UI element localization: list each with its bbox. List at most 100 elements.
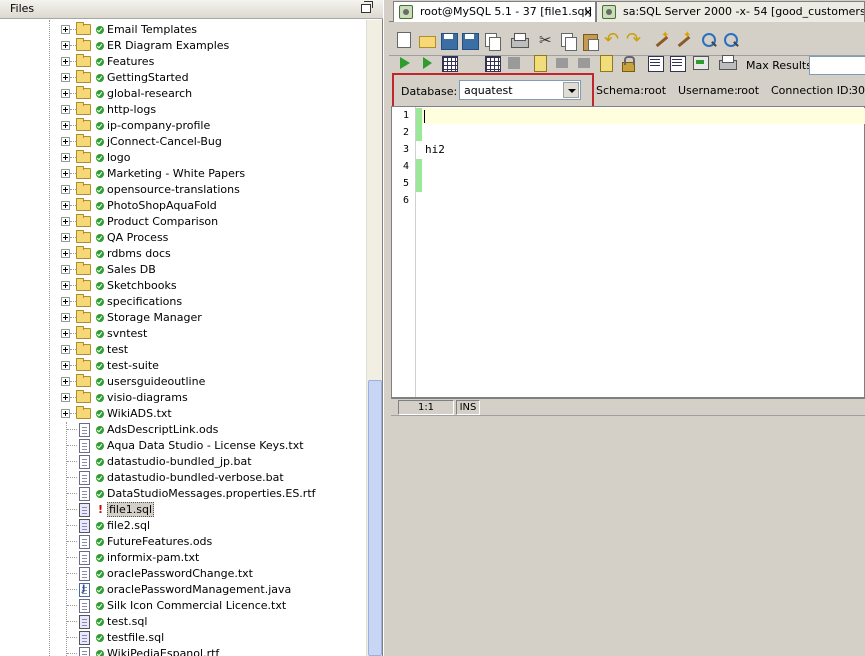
print-results-icon[interactable] [718,54,737,72]
tree-folder-item[interactable]: svntest [0,326,366,342]
expand-icon[interactable] [61,73,70,82]
expand-icon[interactable] [61,201,70,210]
tree-folder-item[interactable]: rdbms docs [0,246,366,262]
expand-icon[interactable] [61,393,70,402]
tree-file-item[interactable]: Silk Icon Commercial Licence.txt [0,598,366,614]
paste-icon[interactable] [581,32,599,51]
tree-folder-item[interactable]: Sketchbooks [0,278,366,294]
expand-icon[interactable] [61,265,70,274]
tree-file-item[interactable]: datastudio-bundled-verbose.bat [0,470,366,486]
chevron-down-icon[interactable] [563,82,579,98]
tree-folder-item[interactable]: QA Process [0,230,366,246]
tree-folder-item[interactable]: Storage Manager [0,310,366,326]
new-file-icon[interactable] [397,32,411,48]
max-results-input[interactable] [809,56,865,75]
results-in-grid-icon[interactable] [646,54,664,72]
tree-folder-item[interactable]: test [0,342,366,358]
tree-folder-item[interactable]: GettingStarted [0,70,366,86]
find-replace-icon[interactable] [723,32,741,50]
tree-folder-item[interactable]: jConnect-Cancel-Bug [0,134,366,150]
tree-file-item[interactable]: test.sql [0,614,366,630]
expand-icon[interactable] [61,25,70,34]
close-tab-icon[interactable]: × [583,5,593,19]
expand-icon[interactable] [61,121,70,130]
expand-icon[interactable] [61,281,70,290]
tree-folder-item[interactable]: visio-diagrams [0,390,366,406]
tree-folder-item[interactable]: Marketing - White Papers [0,166,366,182]
expand-icon[interactable] [61,297,70,306]
tree-folder-item[interactable]: specifications [0,294,366,310]
save-as-icon[interactable] [461,32,479,50]
tree-file-item[interactable]: testfile.sql [0,630,366,646]
tree-folder-item[interactable]: Sales DB [0,262,366,278]
stop-execution-icon[interactable] [505,54,523,72]
edit-statement-icon[interactable] [597,54,615,72]
execution-plan-icon[interactable] [531,54,549,72]
tree-folder-item[interactable]: ip-company-profile [0,118,366,134]
expand-icon[interactable] [61,57,70,66]
redo-icon[interactable] [625,29,643,50]
tree-file-item[interactable]: informix-pam.txt [0,550,366,566]
format-sql-icon[interactable] [652,30,670,50]
expand-icon[interactable] [61,377,70,386]
tree-file-item[interactable]: file2.sql [0,518,366,534]
tab-file1-sql[interactable]: root@MySQL 5.1 - 37 [file1.sql] × [393,1,596,22]
transaction-lock-icon[interactable] [619,54,637,72]
database-select[interactable]: aquatest [459,80,581,100]
execute-to-grid-icon[interactable] [440,54,458,72]
expand-icon[interactable] [61,185,70,194]
results-in-text-icon[interactable] [668,54,686,72]
tab-good-customers-2-sql[interactable]: sa:SQL Server 2000 -x- 54 [good_customer… [596,1,865,22]
expand-icon[interactable] [61,249,70,258]
save-all-icon[interactable] [483,32,501,51]
open-folder-icon[interactable] [418,32,436,50]
file-tree-scrollbar[interactable] [366,20,382,656]
expand-icon[interactable] [61,105,70,114]
expand-icon[interactable] [61,329,70,338]
expand-icon[interactable] [61,409,70,418]
execute-icon[interactable] [418,54,436,72]
tree-folder-item[interactable]: PhotoShopAquaFold [0,198,366,214]
auto-complete-icon[interactable] [674,30,692,50]
tree-file-item[interactable]: oraclePasswordChange.txt [0,566,366,582]
export-results-icon[interactable] [691,54,709,72]
expand-icon[interactable] [61,233,70,242]
expand-icon[interactable] [61,345,70,354]
tree-folder-item[interactable]: Product Comparison [0,214,366,230]
tree-file-item[interactable]: Aqua Data Studio - License Keys.txt [0,438,366,454]
expand-icon[interactable] [61,217,70,226]
previous-statement-icon[interactable] [553,54,571,72]
tree-file-item[interactable]: ! file1.sql [0,502,366,518]
tree-folder-item[interactable]: opensource-translations [0,182,366,198]
expand-icon[interactable] [61,153,70,162]
find-icon[interactable] [701,32,719,50]
expand-icon[interactable] [61,137,70,146]
execute-to-grid-icon[interactable] [483,54,501,72]
tree-file-item[interactable]: WikiPediaEspanol.rtf [0,646,366,656]
expand-icon[interactable] [61,313,70,322]
save-icon[interactable] [440,32,458,50]
tree-file-item[interactable]: datastudio-bundled_jp.bat [0,454,366,470]
tree-folder-item[interactable]: usersguideoutline [0,374,366,390]
undo-icon[interactable] [603,29,621,50]
tree-file-item[interactable]: oraclePasswordManagement.java [0,582,366,598]
tree-file-item[interactable]: AdsDescriptLink.ods [0,422,366,438]
restore-window-icon[interactable] [361,1,373,13]
tree-folder-item[interactable]: WikiADS.txt [0,406,366,422]
tree-file-item[interactable]: FutureFeatures.ods [0,534,366,550]
next-statement-icon[interactable] [575,54,593,72]
print-icon[interactable] [510,32,529,50]
cut-icon[interactable] [537,31,555,50]
tree-folder-item[interactable]: Email Templates [0,22,366,38]
copy-icon[interactable] [559,32,577,51]
tree-folder-item[interactable]: test-suite [0,358,366,374]
tree-folder-item[interactable]: http-logs [0,102,366,118]
sql-editor[interactable]: 1 2 3 4 5 6 hi2 [391,106,865,398]
tree-file-item[interactable]: DataStudioMessages.properties.ES.rtf [0,486,366,502]
expand-icon[interactable] [61,169,70,178]
tree-folder-item[interactable]: ER Diagram Examples [0,38,366,54]
expand-icon[interactable] [61,41,70,50]
expand-icon[interactable] [61,89,70,98]
scrollbar-thumb[interactable] [368,380,382,656]
expand-icon[interactable] [61,361,70,370]
